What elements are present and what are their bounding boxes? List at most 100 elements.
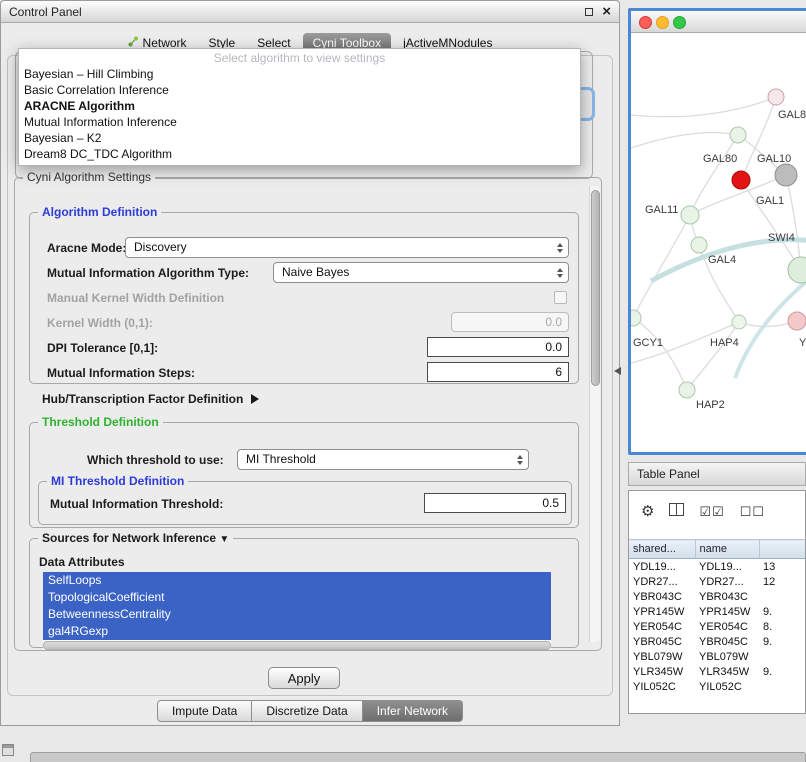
network-node[interactable]	[788, 257, 806, 283]
cell[interactable]: YPR145W	[695, 604, 759, 619]
algorithm-option[interactable]: Mutual Information Inference	[19, 114, 580, 130]
apply-button[interactable]: Apply	[268, 667, 340, 689]
table-row[interactable]: YIL052CYIL052C	[629, 679, 805, 694]
table-row[interactable]: YLR345WYLR345W9.	[629, 664, 805, 679]
which-threshold-select[interactable]: MI Threshold	[237, 449, 529, 470]
control-panel-titlebar[interactable]: Control Panel ×	[1, 1, 619, 23]
close-button[interactable]	[639, 16, 652, 29]
minimize-button[interactable]	[656, 16, 669, 29]
cell[interactable]: YIL052C	[695, 679, 759, 694]
cell[interactable]	[759, 679, 805, 694]
network-canvas[interactable]: GAL8 GAL80 GAL10 GAL11 GAL1 SWI4 GAL4 GC…	[631, 33, 806, 452]
network-node[interactable]	[788, 312, 806, 330]
aracne-mode-select[interactable]: Discovery	[125, 237, 569, 258]
cell[interactable]	[759, 589, 805, 604]
column-header[interactable]: name	[695, 540, 759, 559]
algorithm-option[interactable]: Bayesian – Hill Climbing	[19, 66, 580, 82]
tab-impute-data[interactable]: Impute Data	[157, 700, 252, 722]
attribute-item-selected[interactable]: TopologicalCoefficient	[43, 589, 551, 606]
minimized-window-icon[interactable]	[2, 744, 14, 756]
dpi-tolerance-field[interactable]: 0.0	[427, 337, 569, 357]
data-attributes-label: Data Attributes	[39, 555, 125, 569]
settings-gear-icon[interactable]: ⚙	[641, 504, 654, 519]
hub-definition-label: Hub/Transcription Factor Definition	[42, 392, 243, 406]
table-row[interactable]: YBL079WYBL079W	[629, 649, 805, 664]
cell[interactable]: YBR043C	[695, 589, 759, 604]
tab-discretize-data[interactable]: Discretize Data	[252, 700, 362, 722]
manual-kernel-checkbox[interactable]	[554, 291, 567, 304]
mi-type-label: Mutual Information Algorithm Type:	[47, 266, 249, 280]
collapsed-bottom-panel[interactable]	[30, 752, 806, 762]
cell[interactable]: 13	[759, 559, 805, 575]
cell[interactable]: 9.	[759, 664, 805, 679]
attribute-item-selected[interactable]: SelfLoops	[43, 572, 551, 589]
sources-title-text: Sources for Network Inference	[42, 531, 216, 545]
collapse-arrow-icon: ▼	[219, 534, 229, 545]
table-row[interactable]: YBR045CYBR045C9.	[629, 634, 805, 649]
table-row[interactable]: YER054CYER054C8.	[629, 619, 805, 634]
cell[interactable]: YBR045C	[629, 634, 695, 649]
attribute-item-selected[interactable]: BetweennessCentrality	[43, 606, 551, 623]
table-panel-titlebar[interactable]: Table Panel	[628, 462, 806, 486]
algorithm-option-selected[interactable]: ARACNE Algorithm	[19, 98, 580, 114]
network-view-titlebar[interactable]	[631, 11, 806, 33]
table-row[interactable]: YBR043CYBR043C	[629, 589, 805, 604]
column-header[interactable]	[759, 540, 805, 559]
network-node[interactable]	[732, 315, 746, 329]
network-node[interactable]	[679, 382, 695, 398]
column-header[interactable]: shared...	[629, 540, 695, 559]
attribute-item-selected[interactable]: gal4RGexp	[43, 623, 551, 640]
float-window-icon[interactable]	[585, 8, 593, 16]
cell[interactable]: YDL19...	[695, 559, 759, 575]
mi-threshold-field[interactable]: 0.5	[424, 493, 566, 513]
cell[interactable]: YPR145W	[629, 604, 695, 619]
network-node[interactable]	[681, 206, 699, 224]
cell[interactable]: YDR27...	[695, 574, 759, 589]
settings-scrollbar-thumb[interactable]	[591, 190, 600, 386]
cell[interactable]: 12	[759, 574, 805, 589]
splitter-collapse-icon[interactable]	[614, 367, 621, 375]
kernel-width-field[interactable]: 0.0	[451, 312, 569, 332]
table-row[interactable]: YDL19...YDL19...13	[629, 559, 805, 575]
cell[interactable]: YBL079W	[629, 649, 695, 664]
cell[interactable]	[759, 649, 805, 664]
column-selector-icon[interactable]	[669, 503, 684, 519]
cell[interactable]: 9.	[759, 604, 805, 619]
algorithm-option[interactable]: Dream8 DC_TDC Algorithm	[19, 146, 580, 162]
cell[interactable]: YLR345W	[695, 664, 759, 679]
table-row[interactable]: YPR145WYPR145W9.	[629, 604, 805, 619]
hub-definition-toggle[interactable]: Hub/Transcription Factor Definition	[42, 390, 259, 408]
network-node[interactable]	[732, 171, 750, 189]
network-node[interactable]	[631, 310, 641, 326]
cell[interactable]: YIL052C	[629, 679, 695, 694]
close-icon[interactable]: ×	[602, 1, 611, 23]
settings-scrollbar[interactable]	[589, 186, 600, 642]
cell[interactable]: YBL079W	[695, 649, 759, 664]
cell[interactable]: YBR045C	[695, 634, 759, 649]
network-node[interactable]	[730, 127, 746, 143]
mi-steps-field[interactable]: 6	[427, 362, 569, 382]
cell[interactable]: 9.	[759, 634, 805, 649]
table-row[interactable]: YDR27...YDR27...12	[629, 574, 805, 589]
algorithm-option[interactable]: Basic Correlation Inference	[19, 82, 580, 98]
sources-group-title[interactable]: Sources for Network Inference ▼	[38, 531, 233, 545]
tab-infer-network[interactable]: Infer Network	[363, 700, 463, 722]
cell[interactable]: 8.	[759, 619, 805, 634]
dropdown-arrows-icon	[557, 243, 563, 253]
network-node[interactable]	[775, 164, 797, 186]
mi-type-select[interactable]: Naive Bayes	[273, 262, 569, 283]
algorithm-option[interactable]: Bayesian – K2	[19, 130, 580, 146]
cell[interactable]: YDR27...	[629, 574, 695, 589]
zoom-button[interactable]	[673, 16, 686, 29]
deselect-all-icon[interactable]: ☐☐	[740, 505, 765, 518]
manual-kernel-label: Manual Kernel Width Definition	[47, 291, 224, 305]
attributes-hscrollbar[interactable]	[43, 641, 551, 650]
cell[interactable]: YBR043C	[629, 589, 695, 604]
cell[interactable]: YER054C	[695, 619, 759, 634]
network-node[interactable]	[768, 89, 784, 105]
network-node[interactable]	[691, 237, 707, 253]
select-all-icon[interactable]: ☑☑	[699, 505, 724, 518]
cell[interactable]: YDL19...	[629, 559, 695, 575]
cell[interactable]: YLR345W	[629, 664, 695, 679]
cell[interactable]: YER054C	[629, 619, 695, 634]
